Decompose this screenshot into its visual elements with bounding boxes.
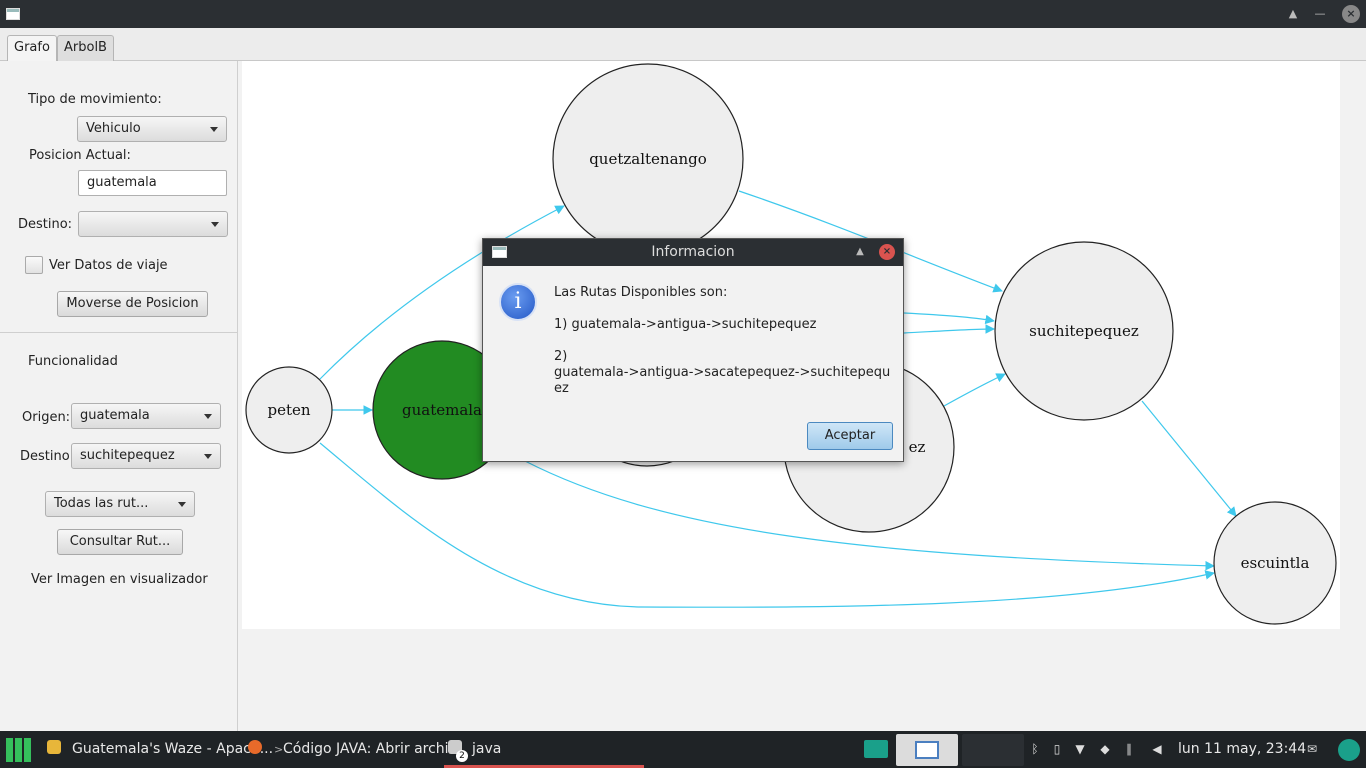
chevron-down-icon	[210, 127, 218, 132]
window-preview-icon	[915, 741, 939, 759]
dialog-titlebar: Informacion ▲ ×	[483, 239, 903, 266]
node-suchitepequez[interactable]: suchitepequez	[994, 241, 1174, 421]
shield-icon[interactable]: ◆	[1098, 742, 1112, 756]
node-label: escuintla	[1241, 554, 1310, 572]
close-icon[interactable]: ×	[1342, 5, 1360, 23]
ver-datos-checkbox[interactable]	[25, 256, 43, 274]
taskbar-item-firefox[interactable]: Código JAVA: Abrir archi...	[283, 731, 462, 768]
node-escuintla[interactable]: escuintla	[1213, 501, 1337, 625]
funcionalidad-label: Funcionalidad	[28, 354, 118, 369]
destino-select[interactable]	[78, 211, 228, 237]
divider	[0, 332, 237, 333]
tab-arbolb[interactable]: ArbolB	[57, 35, 114, 61]
mail-icon[interactable]: ✉	[1304, 742, 1320, 756]
volume-icon[interactable]: ◀	[1150, 742, 1164, 756]
info-dialog: Informacion ▲ × i Las Rutas Disponibles …	[482, 238, 904, 462]
node-label: peten	[267, 401, 310, 419]
battery-icon[interactable]: ▯	[1050, 742, 1064, 756]
dialog-line-1: Las Rutas Disponibles son:	[554, 285, 728, 300]
shade-icon[interactable]: ▲	[1284, 5, 1302, 23]
node-label: quetzaltenango	[589, 150, 707, 168]
wifi-icon[interactable]: ▼	[1073, 742, 1087, 756]
node-label: suchitepequez	[1029, 322, 1139, 340]
node-peten[interactable]: peten	[245, 366, 333, 454]
node-label: guatemala	[402, 401, 482, 419]
firefox-icon	[248, 740, 262, 754]
user-avatar-icon[interactable]	[1338, 739, 1360, 761]
ver-imagen-link[interactable]: Ver Imagen en visualizador	[31, 572, 208, 587]
todas-rutas-select[interactable]: Todas las rut...	[45, 491, 195, 517]
minimize-icon[interactable]: —	[1311, 5, 1329, 23]
workspace-1[interactable]	[864, 740, 888, 758]
taskbar-item-java[interactable]: java	[472, 731, 501, 768]
bluetooth-icon[interactable]: ᛒ	[1028, 742, 1042, 756]
edge-suchitepequez-escuintla	[1141, 400, 1237, 517]
clock[interactable]: lun 11 may, 23:44	[1178, 731, 1306, 768]
tab-bar: Grafo ArbolB	[0, 28, 1366, 62]
left-panel: Tipo de movimiento: Vehiculo Posicion Ac…	[0, 61, 238, 731]
shade-icon[interactable]: ▲	[853, 244, 867, 260]
node-label: ez	[909, 438, 926, 456]
ver-datos-label: Ver Datos de viaje	[49, 258, 168, 273]
tab-grafo[interactable]: Grafo	[7, 35, 57, 62]
clip-icon[interactable]: ∥	[1122, 742, 1136, 756]
window-titlebar: ▲ — ×	[0, 0, 1366, 28]
taskbar: Guatemala's Waze - Apach... > Código JAV…	[0, 731, 1366, 768]
manjaro-logo-icon	[6, 738, 31, 762]
dialog-line-3: 2)	[554, 349, 568, 364]
origen-select[interactable]: guatemala	[71, 403, 221, 429]
info-icon: i	[499, 283, 537, 321]
node-quetzaltenango[interactable]: quetzaltenango	[552, 63, 744, 255]
consultar-rutas-button[interactable]: Consultar Rut...	[57, 529, 183, 555]
moverse-button[interactable]: Moverse de Posicion	[57, 291, 208, 317]
tipo-movimiento-select[interactable]: Vehiculo	[77, 116, 227, 142]
workspace-3[interactable]	[962, 734, 1024, 766]
origen-label: Origen:	[22, 410, 71, 425]
close-icon[interactable]: ×	[879, 244, 895, 260]
destino2-select[interactable]: suchitepequez	[71, 443, 221, 469]
window-app-icon	[492, 246, 507, 258]
destino2-label: Destino	[20, 449, 70, 464]
taskbar-item-netbeans[interactable]: Guatemala's Waze - Apach...	[72, 731, 273, 768]
workspace-2[interactable]	[896, 734, 958, 766]
chevron-down-icon	[204, 454, 212, 459]
netbeans-icon	[47, 740, 61, 754]
aceptar-button[interactable]: Aceptar	[807, 422, 893, 450]
destino2-value: suchitepequez	[80, 448, 175, 463]
edge-guatemala-suchitepequez-1	[903, 312, 995, 325]
origen-value: guatemala	[80, 408, 150, 423]
chevron-down-icon	[204, 414, 212, 419]
posicion-actual-label: Posicion Actual:	[29, 148, 131, 163]
window-app-icon	[6, 8, 20, 20]
menu-button[interactable]	[6, 731, 32, 768]
todas-rutas-value: Todas las rut...	[54, 496, 149, 511]
chevron-down-icon	[178, 502, 186, 507]
destino-label: Destino:	[18, 217, 73, 232]
tipo-movimiento-label: Tipo de movimiento:	[28, 92, 162, 107]
tipo-movimiento-value: Vehiculo	[86, 121, 141, 136]
edge-sacatepequez-suchitepequez	[943, 373, 1006, 407]
edge-guatemala-suchitepequez-2	[903, 324, 995, 334]
dialog-line-5: ez	[554, 381, 569, 396]
dialog-line-2: 1) guatemala->antigua->suchitepequez	[554, 317, 817, 332]
posicion-actual-field[interactable]: guatemala	[78, 170, 227, 196]
terminal-prompt-icon: >	[274, 743, 284, 756]
dialog-line-4: guatemala->antigua->sacatepequez->suchit…	[554, 365, 891, 380]
chevron-down-icon	[211, 222, 219, 227]
window-count-badge: 2	[456, 750, 468, 762]
dialog-title: Informacion	[651, 244, 735, 260]
